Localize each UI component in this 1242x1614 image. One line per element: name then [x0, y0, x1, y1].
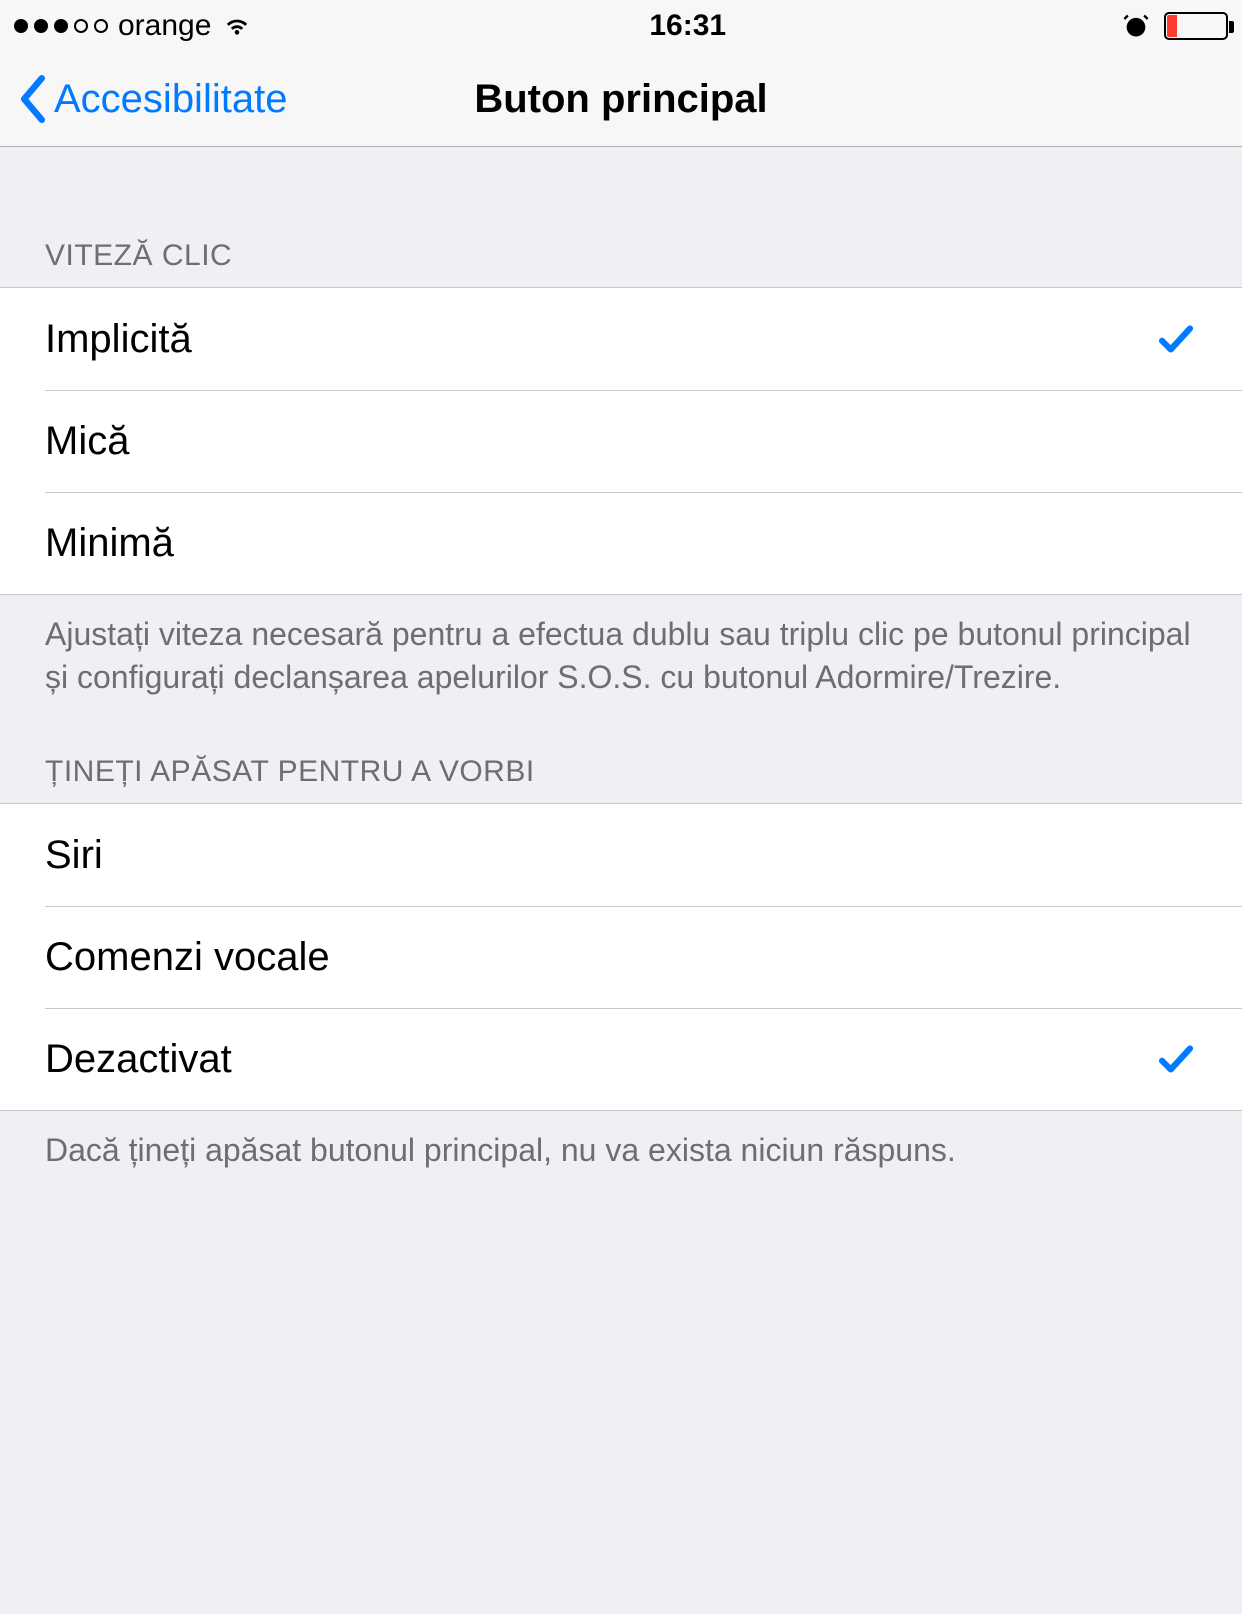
status-right [1122, 12, 1228, 40]
status-time: 16:31 [649, 9, 726, 43]
option-label: Dezactivat [45, 1037, 232, 1082]
option-label: Siri [45, 833, 103, 878]
navigation-bar: Accesibilitate Buton principal [0, 52, 1242, 147]
checkmark-icon [1155, 318, 1197, 360]
section-header-click-speed: VITEZĂ CLIC [0, 147, 1242, 287]
checkmark-icon [1155, 1038, 1197, 1080]
option-label: Minimă [45, 521, 174, 566]
option-voice-control[interactable]: Comenzi vocale [0, 906, 1242, 1008]
section-footer-click-speed: Ajustați viteza necesară pentru a efectu… [0, 595, 1242, 699]
option-off[interactable]: Dezactivat [0, 1008, 1242, 1110]
status-bar: orange 16:31 [0, 0, 1242, 52]
battery-icon [1164, 12, 1228, 40]
alarm-icon [1122, 12, 1150, 40]
option-slow[interactable]: Mică [0, 390, 1242, 492]
wifi-icon [221, 10, 253, 42]
section-footer-hold-speak: Dacă țineți apăsat butonul principal, nu… [0, 1111, 1242, 1172]
chevron-left-icon [16, 75, 50, 123]
option-label: Implicită [45, 317, 192, 362]
option-slowest[interactable]: Minimă [0, 492, 1242, 594]
back-button[interactable]: Accesibilitate [16, 75, 287, 123]
option-label: Comenzi vocale [45, 935, 330, 980]
back-button-label: Accesibilitate [54, 77, 287, 122]
section-header-hold-speak: ȚINEȚI APĂSAT PENTRU A VORBI [0, 699, 1242, 803]
signal-strength-icon [14, 19, 108, 33]
option-siri[interactable]: Siri [0, 804, 1242, 906]
click-speed-options: Implicită Mică Minimă [0, 287, 1242, 595]
hold-speak-options: Siri Comenzi vocale Dezactivat [0, 803, 1242, 1111]
option-default[interactable]: Implicită [0, 288, 1242, 390]
status-left: orange [14, 9, 253, 43]
carrier-label: orange [118, 9, 211, 43]
page-title: Buton principal [474, 77, 767, 122]
option-label: Mică [45, 419, 129, 464]
